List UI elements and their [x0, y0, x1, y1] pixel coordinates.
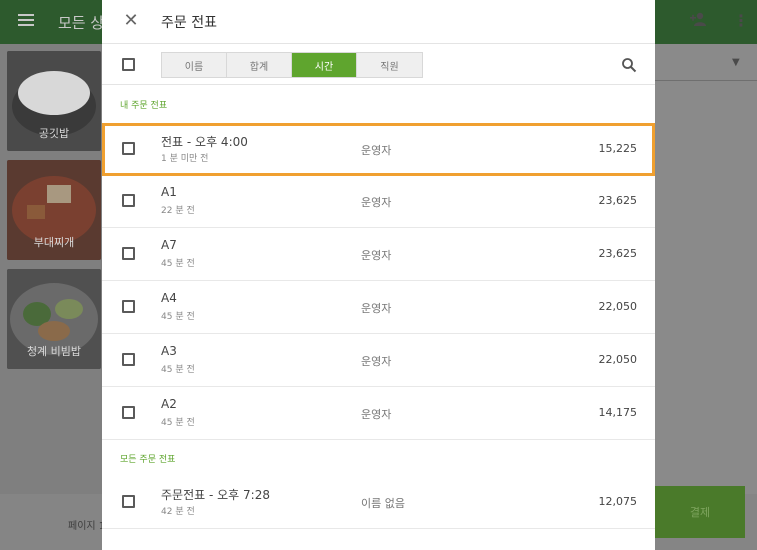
ticket-staff: 운영자: [361, 355, 392, 368]
ticket-time: 45 분 전: [161, 418, 195, 428]
ticket-row[interactable]: 전표 - 오후 4:00 1 분 미만 전 운영자 15,225: [102, 123, 655, 176]
row-checkbox[interactable]: [122, 247, 135, 260]
ticket-time: 45 분 전: [161, 365, 195, 375]
ticket-row[interactable]: 주문전표 - 오후 7:28 42 분 전 이름 없음 12,075: [102, 476, 655, 529]
ticket-row[interactable]: A1 22 분 전 운영자 23,625: [102, 175, 655, 228]
tile-label: 부대찌개: [33, 236, 75, 249]
sort-by-total-button[interactable]: 합계: [227, 53, 292, 77]
ticket-time: 22 분 전: [161, 206, 195, 216]
ticket-time: 45 분 전: [161, 259, 195, 269]
dialog-title: 주문 전표: [161, 15, 217, 31]
close-icon[interactable]: ✕: [120, 10, 142, 32]
row-checkbox[interactable]: [122, 142, 135, 155]
ticket-amount: 23,625: [598, 247, 638, 260]
order-tickets-dialog: ✕ 주문 전표 이름 합계 시간 직원 내 주문 전표 전표 - 오후 4:00…: [102, 0, 655, 550]
dropdown-caret-icon[interactable]: ▼: [732, 57, 740, 68]
sort-segmented-control: 이름 합계 시간 직원: [161, 52, 423, 78]
ticket-name: 주문전표 - 오후 7:28: [161, 488, 270, 502]
product-tile[interactable]: 부대찌개: [7, 160, 101, 260]
sort-by-time-button[interactable]: 시간: [292, 53, 357, 77]
all-tickets-section-header: 모든 주문 전표: [120, 455, 176, 465]
ticket-staff: 운영자: [361, 196, 392, 209]
order-panel: [655, 44, 757, 550]
ticket-name: 전표 - 오후 4:00: [161, 135, 248, 149]
row-checkbox[interactable]: [122, 353, 135, 366]
ticket-amount: 23,625: [598, 194, 638, 207]
app-title: 모든 상: [58, 14, 105, 32]
ticket-staff: 운영자: [361, 408, 392, 421]
ticket-amount: 15,225: [598, 142, 638, 155]
ticket-amount: 14,175: [598, 406, 638, 419]
ticket-name: A1: [161, 185, 177, 199]
ticket-row[interactable]: A4 45 분 전 운영자 22,050: [102, 281, 655, 334]
ticket-name: A7: [161, 238, 177, 252]
page-indicator: 페이지 1: [68, 521, 106, 532]
ticket-staff: 운영자: [361, 249, 392, 262]
ticket-amount: 22,050: [598, 353, 638, 366]
pay-button[interactable]: 결제: [655, 486, 745, 538]
ticket-row[interactable]: A7 45 분 전 운영자 23,625: [102, 228, 655, 281]
ticket-time: 45 분 전: [161, 312, 195, 322]
ticket-staff: 운영자: [361, 144, 392, 157]
ticket-time: 42 분 전: [161, 507, 195, 517]
sort-toolbar: 이름 합계 시간 직원: [102, 45, 655, 85]
add-person-icon[interactable]: [690, 12, 708, 30]
my-tickets-section-header: 내 주문 전표: [120, 101, 168, 111]
select-all-checkbox[interactable]: [122, 58, 135, 71]
ticket-amount: 12,075: [598, 495, 638, 508]
more-vert-icon[interactable]: ⋮: [733, 11, 749, 30]
sort-by-staff-button[interactable]: 직원: [357, 53, 422, 77]
search-icon[interactable]: [621, 57, 637, 73]
row-checkbox[interactable]: [122, 406, 135, 419]
ticket-amount: 22,050: [598, 300, 638, 313]
row-checkbox[interactable]: [122, 194, 135, 207]
dialog-header: ✕ 주문 전표: [102, 0, 655, 44]
ticket-row[interactable]: A3 45 분 전 운영자 22,050: [102, 334, 655, 387]
ticket-staff: 이름 없음: [361, 497, 405, 510]
ticket-row[interactable]: A2 45 분 전 운영자 14,175: [102, 387, 655, 440]
ticket-name: A2: [161, 397, 177, 411]
row-checkbox[interactable]: [122, 300, 135, 313]
divider: [655, 80, 757, 81]
ticket-name: A3: [161, 344, 177, 358]
product-tile[interactable]: 공깃밥: [7, 51, 101, 151]
ticket-staff: 운영자: [361, 302, 392, 315]
row-checkbox[interactable]: [122, 495, 135, 508]
menu-icon[interactable]: [18, 14, 34, 26]
tile-label: 공깃밥: [38, 127, 70, 140]
tile-label: 청계 비빔밥: [26, 345, 82, 358]
sort-by-name-button[interactable]: 이름: [162, 53, 227, 77]
ticket-time: 1 분 미만 전: [161, 154, 209, 164]
ticket-name: A4: [161, 291, 177, 305]
product-tile[interactable]: 청계 비빔밥: [7, 269, 101, 369]
